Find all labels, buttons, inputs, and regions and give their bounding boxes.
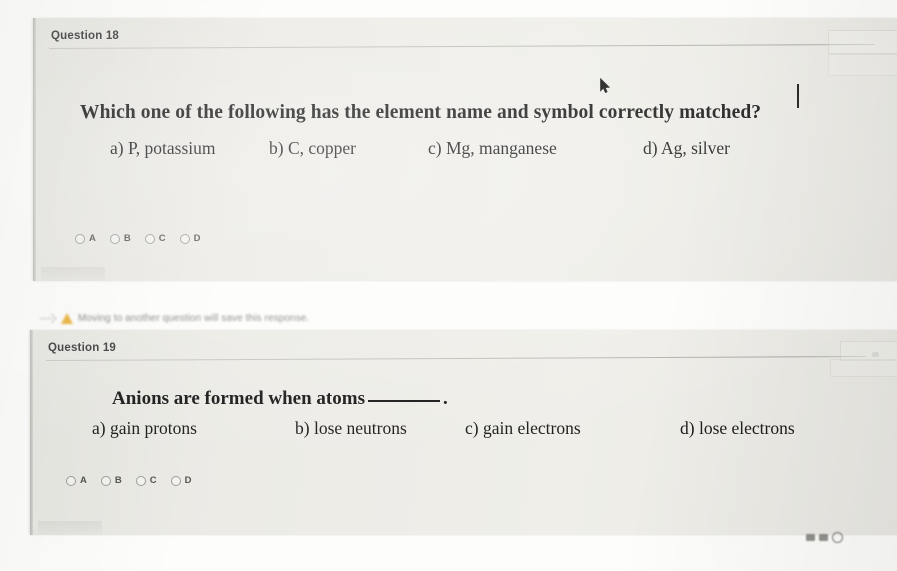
radio-button-b-icon-2[interactable]	[100, 475, 111, 486]
answer-blank	[367, 400, 440, 402]
question-19-answer-choices: A B C D	[66, 475, 206, 486]
radio-label-b-2: B	[114, 475, 122, 486]
radio-button-a-icon[interactable]	[75, 233, 85, 244]
question-18-header: Question 18	[33, 18, 897, 54]
question-19-option-a: a) gain protons	[92, 418, 197, 438]
radio-choice-b-2[interactable]: B	[100, 475, 122, 486]
question-19-divider	[45, 355, 866, 361]
save-response-notice-text: Moving to another question will save thi…	[78, 312, 310, 324]
card-bottom-edge	[41, 267, 105, 281]
radio-choice-d-2[interactable]: D	[170, 475, 192, 486]
radio-label-d-2: D	[184, 475, 192, 486]
text-caret	[797, 84, 799, 108]
question-19-stem-after: .	[442, 388, 448, 409]
radio-choice-c[interactable]: C	[144, 233, 166, 244]
question-19-option-d: d) lose electrons	[680, 418, 795, 438]
question-18-option-d: d) Ag, silver	[643, 138, 731, 158]
question-18-answer-choices: A B C D	[75, 233, 215, 244]
radio-button-d-icon-2[interactable]	[170, 475, 181, 486]
radio-label-b: B	[123, 233, 131, 244]
radio-button-b-icon[interactable]	[109, 233, 120, 244]
question-card-19: Question 19 Anions are formed when atoms…	[30, 330, 897, 535]
question-19-header: Question 19	[30, 330, 897, 366]
radio-button-c-icon[interactable]	[144, 233, 155, 244]
card-left-edge	[33, 18, 36, 281]
radio-choice-a[interactable]: A	[75, 233, 96, 244]
question-19-option-c: c) gain electrons	[465, 418, 581, 438]
radio-choice-d[interactable]: D	[179, 233, 201, 244]
question-19-stem: Anions are formed when atoms.	[112, 388, 448, 410]
radio-button-d-icon[interactable]	[179, 233, 190, 244]
arrow-right-icon	[40, 314, 56, 323]
question-18-label: Question 18	[51, 30, 120, 42]
taskbar-app-icon	[819, 534, 828, 541]
question-19-option-b: b) lose neutrons	[295, 418, 407, 438]
ghost-button-top[interactable]	[828, 30, 897, 54]
question-18-stem: Which one of the following has the eleme…	[80, 102, 762, 123]
card-bottom-edge-2	[38, 521, 102, 535]
radio-label-d: D	[193, 233, 201, 244]
taskbar-window-icon	[806, 534, 815, 541]
question-18-option-b: b) C, copper	[269, 138, 356, 158]
question-19-label: Question 19	[48, 342, 117, 354]
radio-label-a: A	[89, 233, 96, 244]
question-19-stem-before: Anions are formed when atoms	[112, 388, 365, 409]
radio-button-c-icon-2[interactable]	[135, 475, 146, 486]
warning-triangle-icon	[61, 312, 73, 324]
ghost-button-bottom[interactable]	[828, 54, 897, 76]
question-18-option-c: c) Mg, manganese	[428, 138, 557, 158]
radio-label-c-2: C	[149, 475, 157, 486]
taskbar-circle-icon	[832, 532, 843, 543]
question-18-option-a: a) P, potassium	[110, 138, 216, 158]
question-18-divider	[48, 43, 875, 49]
radio-choice-b[interactable]: B	[109, 233, 131, 244]
ghost-button-bottom-2[interactable]	[830, 359, 897, 377]
ghost-button-top-2[interactable]	[840, 341, 897, 361]
radio-choice-a-2[interactable]: A	[66, 475, 87, 486]
screen-photo: Question 18 Which one of the following h…	[0, 0, 897, 571]
save-response-notice: Moving to another question will save thi…	[40, 310, 380, 326]
radio-button-a-icon-2[interactable]	[66, 475, 76, 486]
radio-label-a-2: A	[80, 475, 87, 486]
radio-choice-c-2[interactable]: C	[135, 475, 157, 486]
question-card-18: Question 18 Which one of the following h…	[33, 18, 897, 281]
radio-label-c: C	[158, 233, 166, 244]
ghost-marker-icon	[872, 352, 879, 357]
taskbar-icons	[806, 532, 843, 543]
